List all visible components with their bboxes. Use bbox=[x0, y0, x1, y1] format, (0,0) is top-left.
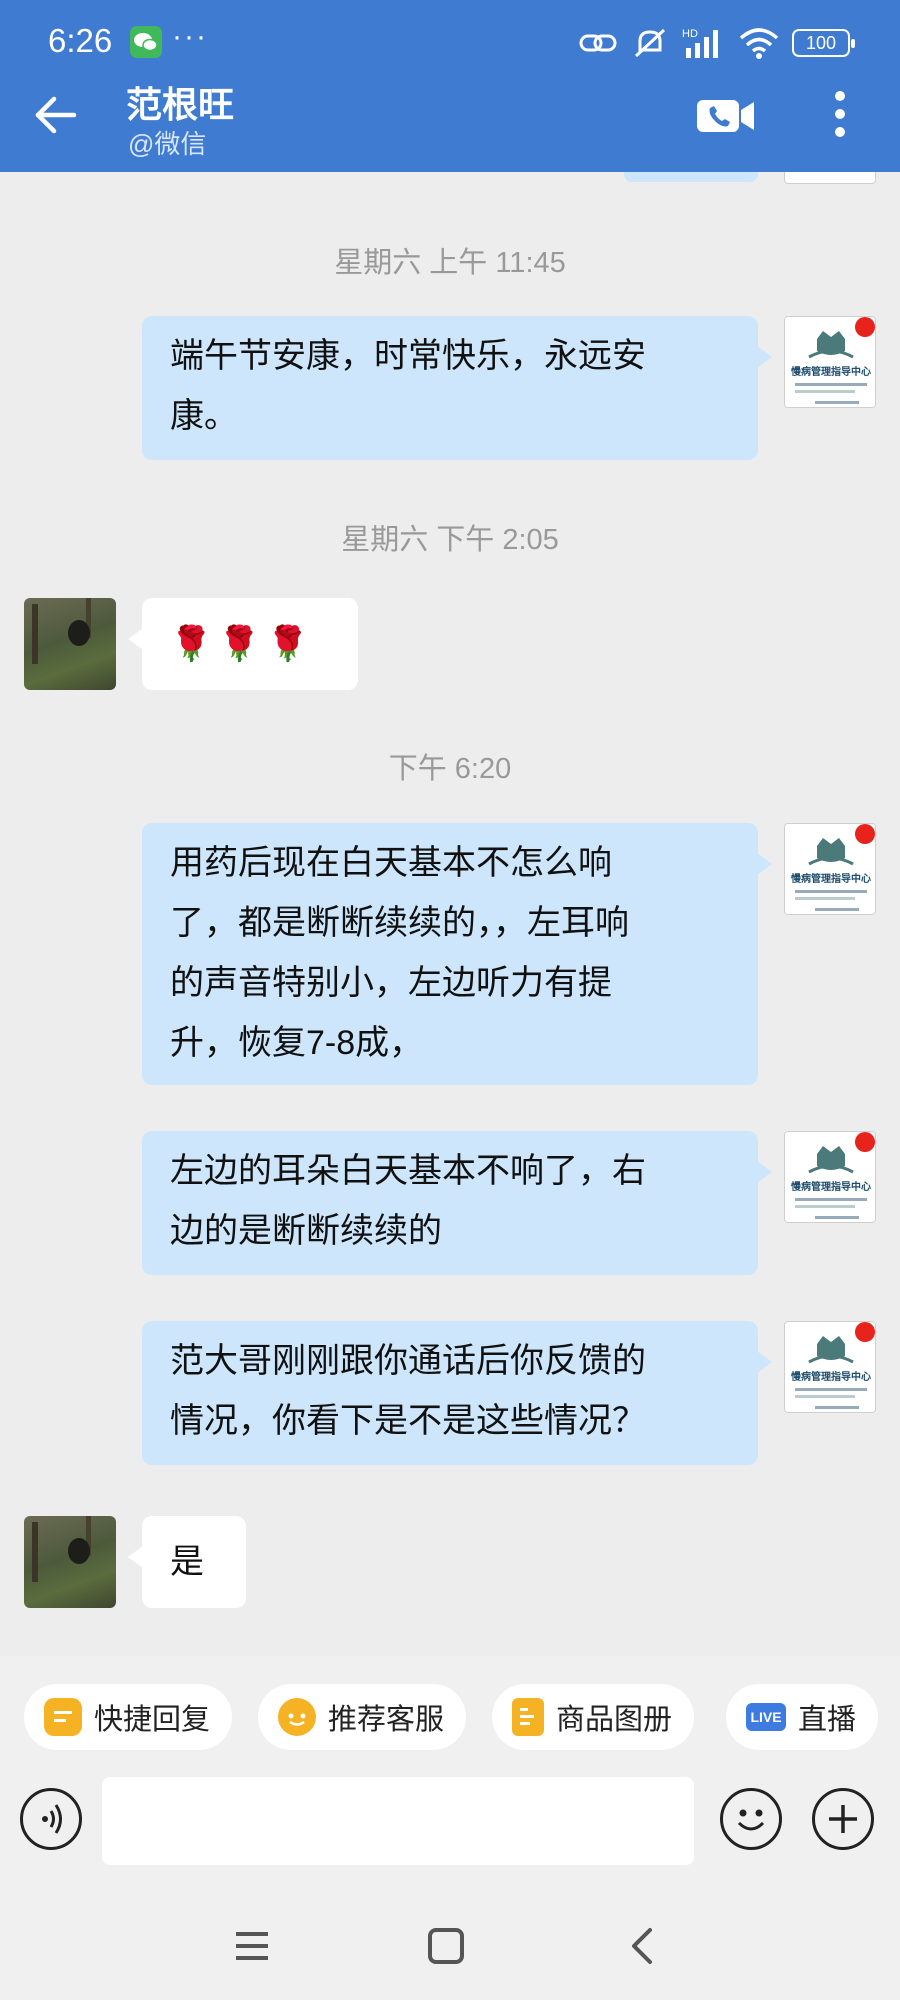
system-nav-bar bbox=[0, 1886, 900, 2000]
quick-reply-button[interactable]: 快捷回复 bbox=[24, 1684, 233, 1750]
live-icon: LIVE bbox=[746, 1703, 786, 1731]
add-more-icon[interactable] bbox=[812, 1788, 874, 1850]
message-bubble-out[interactable]: 范大哥刚刚跟你通话后你反馈的 情况，你看下是不是这些情况？ bbox=[142, 1321, 772, 1465]
avatar[interactable] bbox=[24, 1516, 116, 1608]
mute-bell-icon bbox=[634, 28, 666, 58]
recommend-service-button[interactable]: 推荐客服 bbox=[258, 1684, 467, 1750]
timestamp: 星期六 上午 11:45 bbox=[334, 247, 566, 279]
status-more-dots: ··· bbox=[172, 20, 208, 53]
timestamp: 星期六 下午 2:05 bbox=[341, 524, 559, 556]
avatar[interactable] bbox=[24, 598, 116, 690]
app-header: 6:26 ··· HD 100 范根旺 @微信 bbox=[0, 0, 900, 172]
contact-source: @微信 bbox=[128, 129, 207, 159]
back-nav-icon[interactable] bbox=[612, 1916, 672, 1976]
message-bubble-in[interactable]: 是 bbox=[128, 1516, 246, 1608]
service-icon bbox=[278, 1698, 316, 1736]
svg-text:HD: HD bbox=[682, 28, 698, 40]
chat-area[interactable]: 星期六 上午 11:45 端午节安康，时常快乐，永远安 康。 慢病管理指导中心 … bbox=[0, 172, 900, 1656]
previous-message-bubble bbox=[624, 172, 758, 182]
message-bubble-out[interactable]: 左边的耳朵白天基本不响了，右 边的是断断续续的 bbox=[142, 1131, 772, 1275]
status-time: 6:26 bbox=[48, 22, 113, 59]
emoji-icon[interactable] bbox=[720, 1788, 782, 1850]
avatar[interactable]: 慢病管理指导中心 bbox=[784, 823, 876, 915]
status-icons: HD 100 bbox=[578, 22, 855, 64]
svg-text:慢病管理指导中心: 慢病管理指导中心 bbox=[791, 365, 871, 378]
message-bubble-out[interactable]: 端午节安康，时常快乐，永远安 康。 bbox=[142, 316, 772, 460]
avatar[interactable]: 慢病管理指导中心 bbox=[784, 1131, 876, 1223]
wechat-notification-icon bbox=[130, 26, 162, 58]
live-stream-button[interactable]: LIVE 直播 bbox=[726, 1684, 879, 1750]
avatar[interactable]: 慢病管理指导中心 bbox=[784, 1321, 876, 1413]
quick-reply-icon bbox=[44, 1698, 82, 1736]
unread-dot bbox=[855, 1132, 875, 1152]
menu-icon[interactable] bbox=[222, 1916, 282, 1976]
message-input[interactable] bbox=[102, 1777, 694, 1865]
product-catalog-label: 商品图册 bbox=[556, 1704, 673, 1736]
previous-avatar bbox=[784, 172, 876, 184]
svg-text:慢病管理指导中心: 慢病管理指导中心 bbox=[791, 1370, 871, 1383]
home-icon[interactable] bbox=[416, 1916, 476, 1976]
cell-signal-icon: HD bbox=[682, 28, 718, 58]
catalog-icon bbox=[512, 1698, 544, 1736]
avatar[interactable]: 慢病管理指导中心 bbox=[784, 316, 876, 408]
message-bubble-in[interactable]: 🌹🌹🌹 bbox=[128, 598, 358, 690]
voice-input-icon[interactable] bbox=[20, 1788, 82, 1850]
battery-icon: 100 bbox=[792, 29, 855, 57]
wifi-icon bbox=[739, 28, 779, 59]
input-bar bbox=[0, 1774, 900, 1886]
recommend-service-label: 推荐客服 bbox=[328, 1704, 445, 1736]
unread-dot bbox=[855, 317, 875, 337]
video-call-icon[interactable] bbox=[697, 98, 755, 134]
unread-dot bbox=[855, 1322, 875, 1342]
more-options-icon[interactable] bbox=[827, 88, 853, 140]
unread-dot bbox=[855, 824, 875, 844]
back-arrow-icon[interactable] bbox=[30, 90, 80, 140]
message-bubble-out[interactable]: 用药后现在白天基本不怎么响 了，都是断断续续的，，左耳响 的声音特别小，左边听力… bbox=[142, 823, 772, 1085]
svg-text:慢病管理指导中心: 慢病管理指导中心 bbox=[791, 872, 871, 885]
quick-reply-label: 快捷回复 bbox=[94, 1704, 211, 1736]
timestamp: 下午 6:20 bbox=[388, 753, 512, 785]
link-icon bbox=[579, 34, 617, 52]
product-catalog-button[interactable]: 商品图册 bbox=[492, 1684, 695, 1750]
contact-name: 范根旺 bbox=[126, 84, 235, 125]
svg-text:慢病管理指导中心: 慢病管理指导中心 bbox=[791, 1180, 871, 1193]
quick-action-bar: 快捷回复 推荐客服 商品图册 LIVE 直播 bbox=[0, 1656, 900, 1774]
live-stream-label: 直播 bbox=[798, 1704, 857, 1736]
